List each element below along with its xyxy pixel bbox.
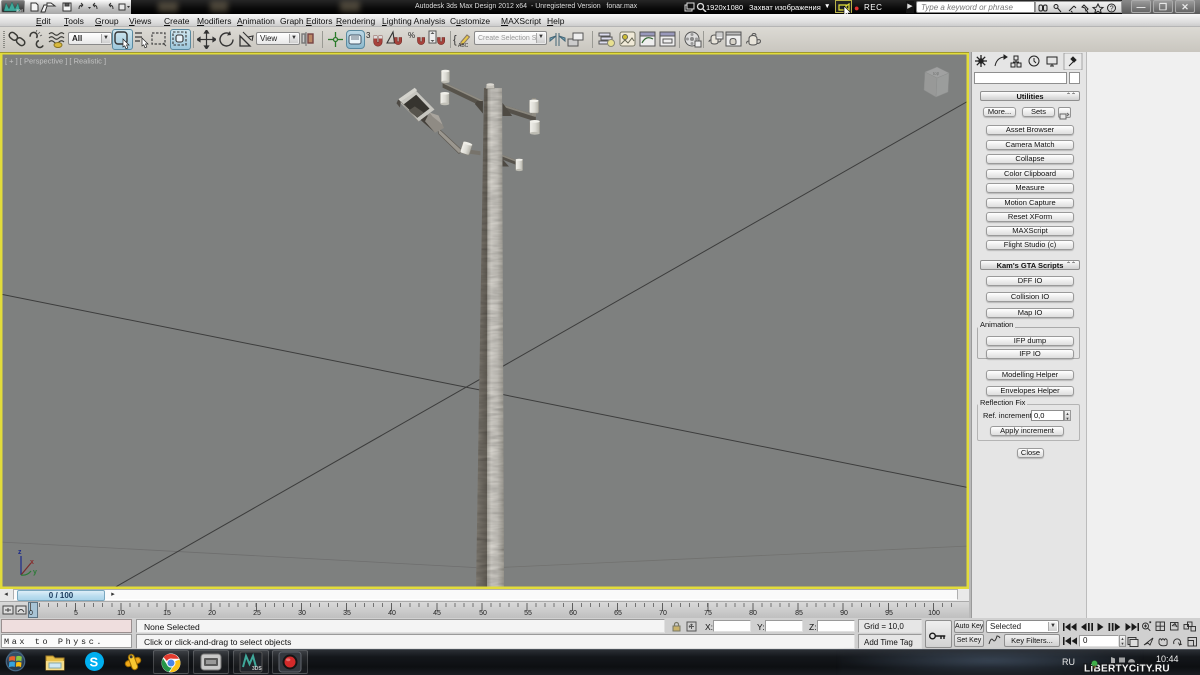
svg-text:S: S bbox=[90, 655, 99, 670]
svg-text:?: ? bbox=[1110, 6, 1114, 13]
svg-text:top: top bbox=[933, 71, 940, 76]
svg-text:x: x bbox=[30, 559, 34, 566]
svg-text:z: z bbox=[18, 549, 22, 556]
svg-text:ABC: ABC bbox=[458, 43, 469, 49]
svg-text:{: { bbox=[453, 34, 457, 46]
svg-text:[ + ] [ Perspective ] [ Realis: [ + ] [ Perspective ] [ Realistic ] bbox=[5, 57, 106, 66]
svg-text:%: % bbox=[408, 31, 415, 40]
svg-text:y: y bbox=[33, 569, 37, 576]
svg-text:3DS: 3DS bbox=[16, 8, 23, 13]
svg-text:3DS: 3DS bbox=[252, 666, 262, 672]
